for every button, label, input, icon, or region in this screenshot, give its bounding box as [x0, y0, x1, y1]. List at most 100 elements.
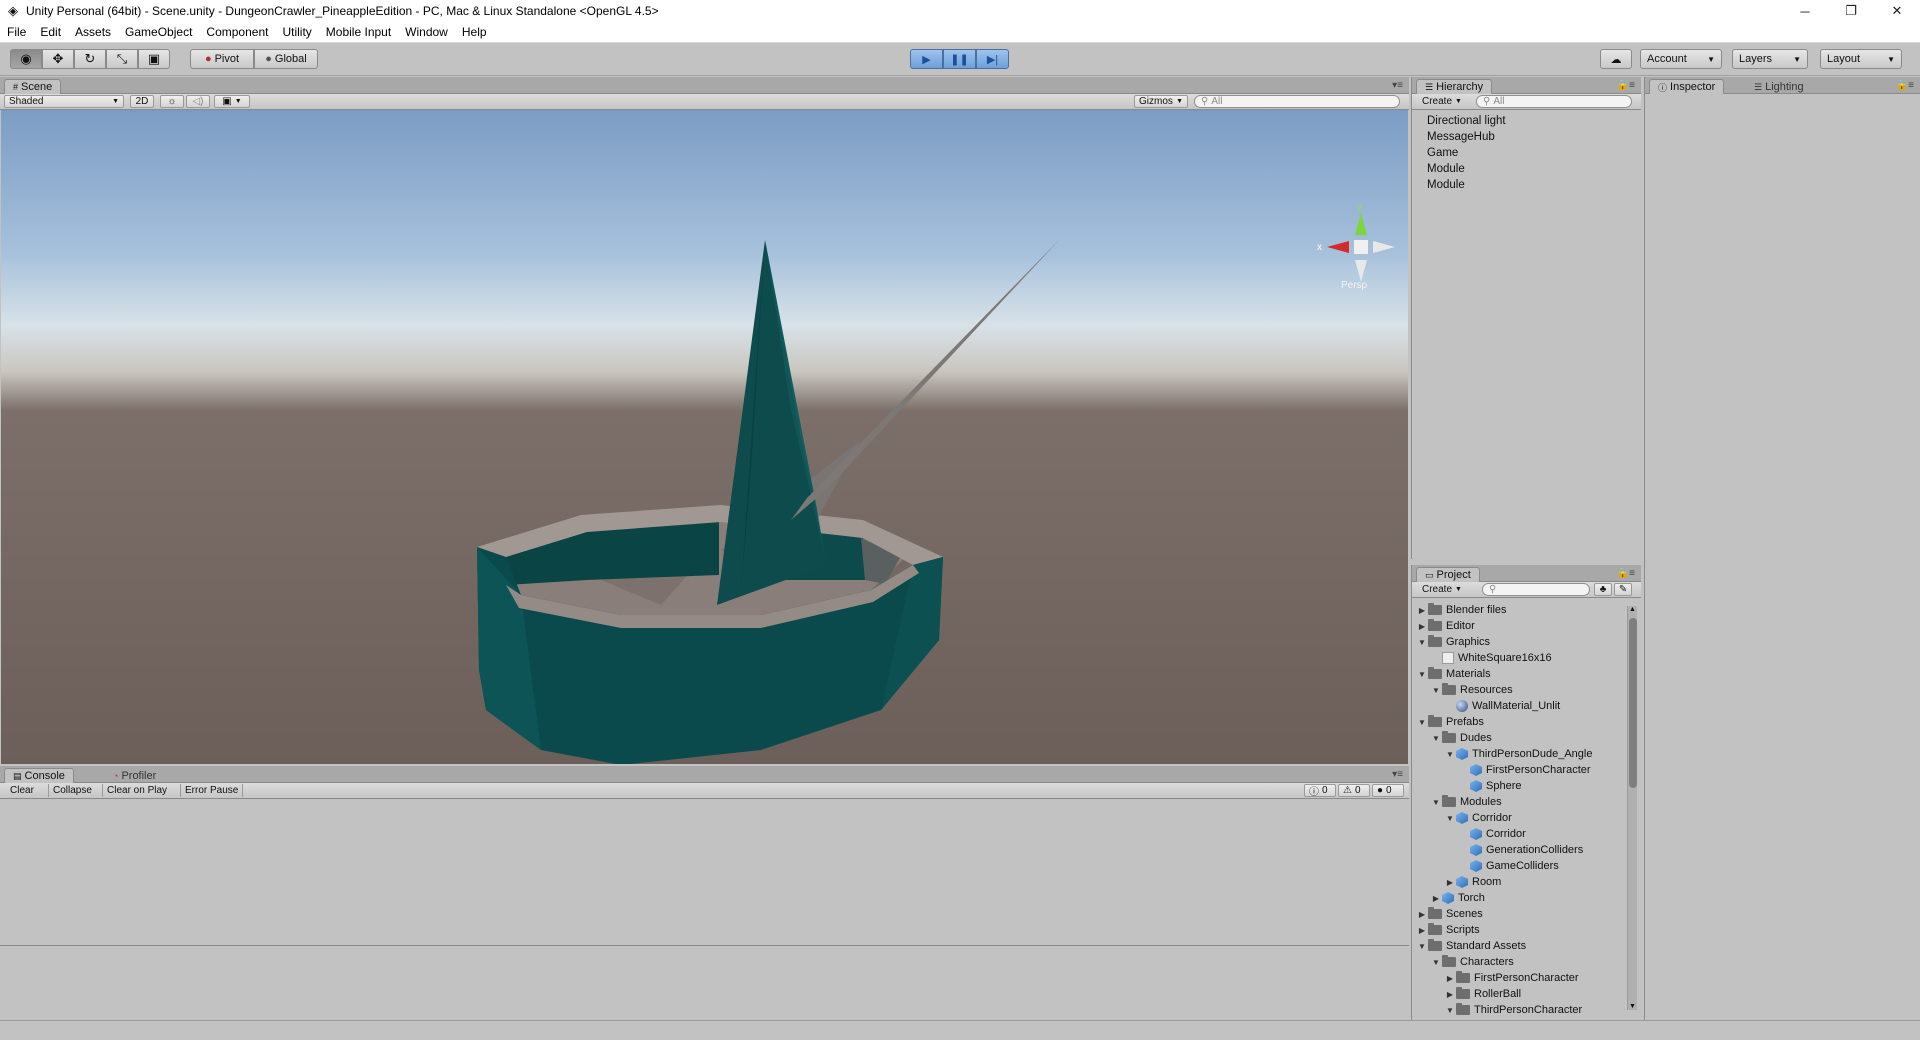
global-toggle[interactable]: ● Global — [254, 49, 318, 69]
project-item[interactable]: FirstPersonCharacter — [1458, 762, 1591, 778]
scroll-down-icon[interactable]: ▼ — [1629, 1003, 1636, 1010]
lock-icon[interactable]: 🔒≡ — [1617, 80, 1635, 91]
expand-down-icon[interactable]: ▼ — [1416, 638, 1428, 647]
play-button[interactable]: ▶ — [910, 49, 943, 69]
project-item[interactable]: ▶ Torch — [1430, 890, 1485, 906]
rotate-tool-button[interactable]: ↻ — [74, 49, 106, 69]
tab-scene[interactable]: # Scene — [4, 79, 62, 94]
tab-hierarchy[interactable]: ☰ Hierarchy — [1416, 79, 1493, 94]
tab-console[interactable]: ▤ Console — [4, 768, 74, 783]
persp-label[interactable]: Persp — [1341, 280, 1368, 291]
expand-right-icon[interactable]: ▶ — [1444, 878, 1456, 887]
expand-down-icon[interactable]: ▼ — [1416, 942, 1428, 951]
menu-file[interactable]: File — [0, 25, 33, 39]
project-item[interactable]: GameColliders — [1458, 858, 1559, 874]
expand-right-icon[interactable]: ▶ — [1416, 606, 1428, 615]
panel-menu-icon[interactable]: ▾≡ — [1392, 80, 1403, 91]
console-splitter[interactable] — [0, 945, 1409, 946]
filter-by-type-button[interactable]: ♣ — [1594, 583, 1612, 596]
hierarchy-item[interactable]: Module — [1427, 179, 1465, 191]
minimize-button[interactable]: ─ — [1782, 0, 1828, 22]
step-button[interactable]: ▶| — [976, 49, 1009, 69]
expand-right-icon[interactable]: ▶ — [1430, 894, 1442, 903]
expand-right-icon[interactable]: ▶ — [1416, 926, 1428, 935]
hierarchy-item[interactable]: MessageHub — [1427, 131, 1495, 143]
tab-lighting[interactable]: ☰ Lighting — [1745, 79, 1813, 94]
project-item[interactable]: ▶ Room — [1444, 874, 1501, 890]
move-tool-button[interactable]: ✥ — [42, 49, 74, 69]
console-log-area[interactable] — [0, 799, 1409, 1020]
project-item[interactable]: ▼ Corridor — [1444, 810, 1512, 826]
expand-down-icon[interactable]: ▼ — [1430, 686, 1442, 695]
expand-down-icon[interactable]: ▼ — [1430, 798, 1442, 807]
expand-down-icon[interactable]: ▼ — [1430, 958, 1442, 967]
expand-down-icon[interactable]: ▼ — [1416, 670, 1428, 679]
menu-edit[interactable]: Edit — [33, 25, 68, 39]
project-item[interactable]: ▶ Scripts — [1416, 922, 1480, 938]
project-item[interactable]: ▼ Graphics — [1416, 634, 1490, 650]
project-search-input[interactable]: ⚲ — [1482, 583, 1590, 596]
clear-button[interactable]: Clear — [6, 784, 38, 797]
project-item[interactable]: Sphere — [1458, 778, 1521, 794]
lighting-toggle[interactable]: ☼ — [160, 95, 184, 108]
project-item[interactable]: ▼ Materials — [1416, 666, 1491, 682]
menu-utility[interactable]: Utility — [275, 25, 318, 39]
effects-dropdown[interactable]: ▣ ▼ — [214, 95, 250, 108]
expand-down-icon[interactable]: ▼ — [1444, 750, 1456, 759]
hierarchy-item[interactable]: Module — [1427, 163, 1465, 175]
error-pause-button[interactable]: Error Pause — [180, 784, 244, 797]
lock-icon[interactable]: 🔒≡ — [1617, 568, 1635, 579]
expand-down-icon[interactable]: ▼ — [1416, 718, 1428, 727]
audio-toggle[interactable]: ◁) — [186, 95, 210, 108]
shading-dropdown[interactable]: Shaded ▼ — [4, 95, 124, 108]
project-item[interactable]: ▶ Blender files — [1416, 602, 1507, 618]
filter-by-label-button[interactable]: ✎ — [1614, 583, 1632, 596]
expand-right-icon[interactable]: ▶ — [1416, 622, 1428, 631]
expand-right-icon[interactable]: ▶ — [1416, 910, 1428, 919]
2d-toggle[interactable]: 2D — [130, 95, 154, 108]
hierarchy-item[interactable]: Directional light — [1427, 115, 1506, 127]
collapse-button[interactable]: Collapse — [48, 784, 96, 797]
rect-tool-button[interactable]: ▣ — [138, 49, 170, 69]
gizmos-dropdown[interactable]: Gizmos ▼ — [1134, 95, 1188, 108]
hierarchy-create-dropdown[interactable]: Create ▼ — [1418, 95, 1466, 108]
menu-assets[interactable]: Assets — [68, 25, 118, 39]
scene-viewport[interactable]: y x Persp — [1, 110, 1408, 764]
project-item[interactable]: GenerationColliders — [1458, 842, 1583, 858]
menu-gameobject[interactable]: GameObject — [118, 25, 199, 39]
restore-button[interactable]: ❐ — [1828, 0, 1874, 22]
menu-help[interactable]: Help — [455, 25, 494, 39]
project-item[interactable]: ▼ Prefabs — [1416, 714, 1484, 730]
project-item[interactable]: ▼ ThirdPersonCharacter — [1444, 1002, 1582, 1018]
warning-filter-toggle[interactable]: ⚠ 0 — [1338, 784, 1370, 797]
hand-tool-button[interactable]: ◉ — [10, 49, 42, 69]
project-item[interactable]: Corridor — [1458, 826, 1526, 842]
hierarchy-item[interactable]: Game — [1427, 147, 1458, 159]
error-filter-toggle[interactable]: ● 0 — [1372, 784, 1404, 797]
project-item[interactable]: ▶ FirstPersonCharacter — [1444, 970, 1579, 986]
expand-down-icon[interactable]: ▼ — [1430, 734, 1442, 743]
expand-right-icon[interactable]: ▶ — [1444, 974, 1456, 983]
layers-dropdown[interactable]: Layers ▼ — [1732, 49, 1808, 69]
project-item[interactable]: ▼ ThirdPersonDude_Angle — [1444, 746, 1592, 762]
scroll-up-icon[interactable]: ▲ — [1629, 606, 1636, 613]
project-item[interactable]: ▼ Standard Assets — [1416, 938, 1526, 954]
project-create-dropdown[interactable]: Create ▼ — [1418, 583, 1466, 596]
expand-right-icon[interactable]: ▶ — [1444, 990, 1456, 999]
menu-mobile-input[interactable]: Mobile Input — [319, 25, 398, 39]
account-dropdown[interactable]: Account ▼ — [1640, 49, 1722, 69]
pause-button[interactable]: ❚❚ — [943, 49, 976, 69]
scrollbar-thumb[interactable] — [1629, 618, 1637, 788]
expand-down-icon[interactable]: ▼ — [1444, 814, 1456, 823]
hierarchy-search-input[interactable]: ⚲ All — [1476, 95, 1632, 108]
lock-icon[interactable]: 🔒≡ — [1896, 80, 1914, 91]
project-item[interactable]: ▼ Modules — [1430, 794, 1502, 810]
layout-dropdown[interactable]: Layout ▼ — [1820, 49, 1902, 69]
clear-on-play-button[interactable]: Clear on Play — [102, 784, 171, 797]
pivot-toggle[interactable]: ● Pivot — [190, 49, 254, 69]
gizmo-center-cube[interactable] — [1354, 240, 1368, 254]
menu-window[interactable]: Window — [398, 25, 455, 39]
project-item[interactable]: ▶ Editor — [1416, 618, 1475, 634]
panel-menu-icon[interactable]: ▾≡ — [1392, 769, 1403, 780]
project-item[interactable]: ▶ Scenes — [1416, 906, 1483, 922]
